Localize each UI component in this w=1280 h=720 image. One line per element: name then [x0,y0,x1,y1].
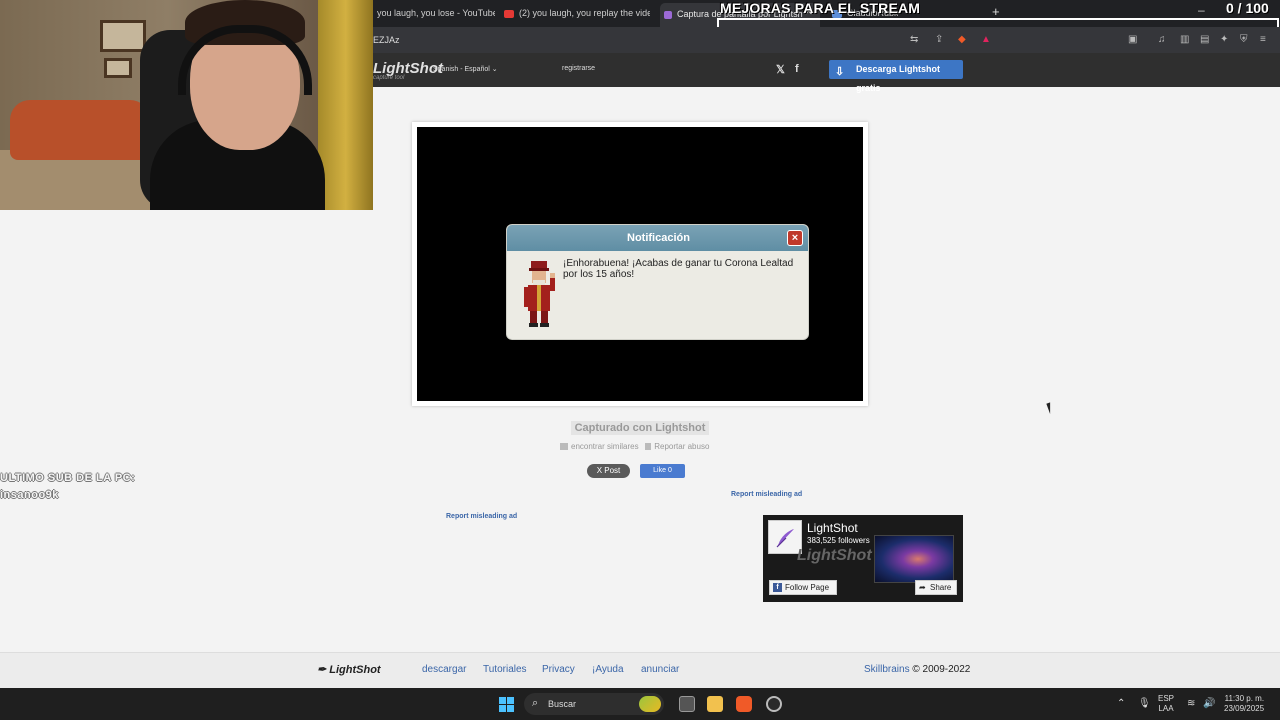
download-button[interactable]: ⇩ Descarga Lightshot gratis [829,60,963,93]
minimize-icon[interactable]: – [1198,3,1205,17]
report-misleading-ad-link[interactable]: Report misleading ad [446,513,517,520]
taskbar-search-label: Buscar [548,699,577,709]
report-abuse-link[interactable]: Reportar abuso [654,442,709,451]
lightshot-logo-subtitle: capture tool [373,75,405,81]
share-icon[interactable]: ⇪ [935,34,943,45]
footer-logo[interactable]: ✒ LightShot [317,663,381,676]
share-button[interactable]: ➦ Share [915,580,957,595]
show-hidden-icons-icon[interactable]: ⌃ [1117,698,1125,709]
widget-icon[interactable] [639,696,661,712]
sofa [10,100,150,160]
language-indicator[interactable]: ESP LAA [1158,694,1174,714]
wallet-icon[interactable]: ▤ [1200,34,1209,45]
footer-link-help[interactable]: ¡Ayuda [592,664,624,675]
language-select[interactable]: Spanish - Español ⌄ [433,65,498,73]
notification-title: Notificación [627,232,690,244]
footer-copyright: Skillbrains © 2009-2022 [864,664,971,675]
x-post-button[interactable]: X Post [587,464,630,478]
chevron-down-icon: ⌄ [491,66,498,73]
obs-icon[interactable] [766,696,782,712]
follow-page-button[interactable]: f Follow Page [769,580,837,595]
close-icon[interactable]: × [787,230,803,246]
captured-with-lightshot: Capturado con Lightshot [0,421,1280,435]
stream-goal-counter: 0 / 100 [1226,0,1269,16]
picture-frame [104,58,132,78]
translate-icon[interactable]: ⇆ [910,34,918,45]
webcam-overlay [0,0,373,210]
notification-message: ¡Enhorabuena! ¡Acabas de ganar tu Corona… [563,258,794,280]
flag-icon [645,443,652,451]
habbo-character-icon [524,261,555,327]
file-explorer-icon[interactable] [707,696,723,712]
lightshot-feather-icon [664,10,672,19]
microphone-icon[interactable]: 🎙 [1138,698,1151,709]
brave-browser-icon[interactable] [736,696,752,712]
twitter-icon[interactable]: 𝕏 [776,63,785,76]
curtain [318,0,373,210]
vpn-icon[interactable]: ⛨ [1240,34,1248,45]
last-sub-name: insanoo9k [0,489,59,501]
register-link[interactable]: registrarse [562,65,595,72]
tab-youtube-1[interactable]: you laugh, you lose - YouTube [373,4,495,24]
feather-icon [776,529,794,548]
notification-dialog: Notificación × ¡Enhorabuena! ¡Acabas de … [506,224,809,340]
page-cover-logo: LightShot [797,547,872,564]
facebook-like-button[interactable]: Like 0 [640,464,685,478]
last-subscriber-overlay: ULTIMO SUB DE LA PC: insanoo9k [0,470,135,504]
extensions-icon[interactable]: ✦ [1220,34,1228,45]
volume-icon[interactable]: 🔊 [1203,698,1215,709]
footer-link-download[interactable]: descargar [422,664,466,675]
url-text[interactable]: EZJAz [373,35,400,45]
skillbrains-link[interactable]: Skillbrains [864,664,910,675]
music-icon[interactable]: ♫ [1158,34,1166,45]
rewards-icon[interactable]: ▲ [981,34,991,45]
cover-image [874,535,954,583]
wifi-icon[interactable]: ≋ [1187,698,1195,709]
footer-link-privacy[interactable]: Privacy [542,664,575,675]
facebook-icon: f [773,583,782,592]
stream-goal-title: MEJORAS PARA EL STREAM [720,0,921,16]
clock[interactable]: 11:30 p. m. 23/09/2025 [1224,694,1264,714]
share-arrow-icon: ➦ [919,583,926,592]
facebook-page-widget[interactable]: LightShot 383,525 followers LightShot f … [763,515,963,602]
mouse-cursor-icon [1046,400,1058,415]
find-similar-link[interactable]: encontrar similares [571,442,639,451]
youtube-icon [504,9,514,18]
menu-icon[interactable]: ≡ [1260,34,1266,45]
new-tab-icon[interactable]: + [992,4,1000,19]
search-icon: ⌕ [532,697,539,709]
footer-link-tutorials[interactable]: Tutoriales [483,664,527,675]
last-sub-label: ULTIMO SUB DE LA PC: [0,472,136,484]
image-actions: encontrar similares Reportar abuso [560,442,709,451]
footer-link-advertise[interactable]: anunciar [641,664,679,675]
image-icon [560,443,568,451]
tab-youtube-2[interactable]: (2) you laugh, you replay the video - [500,4,650,24]
page-followers: 383,525 followers [807,536,870,545]
screenshot-icon[interactable]: ▣ [1128,34,1137,45]
report-misleading-ad-link[interactable]: Report misleading ad [731,491,802,498]
page-footer [0,652,1280,688]
picture-frame [100,20,146,52]
feather-icon: ✒ [317,664,327,676]
brave-shield-icon[interactable]: ◆ [958,34,966,45]
facebook-icon[interactable]: f [795,63,799,75]
task-view-icon[interactable] [679,696,695,712]
download-icon: ⇩ [835,66,845,78]
windows-start-icon[interactable] [499,697,514,712]
page-name[interactable]: LightShot [807,521,858,535]
sidebar-icon[interactable]: ▥ [1180,34,1189,45]
